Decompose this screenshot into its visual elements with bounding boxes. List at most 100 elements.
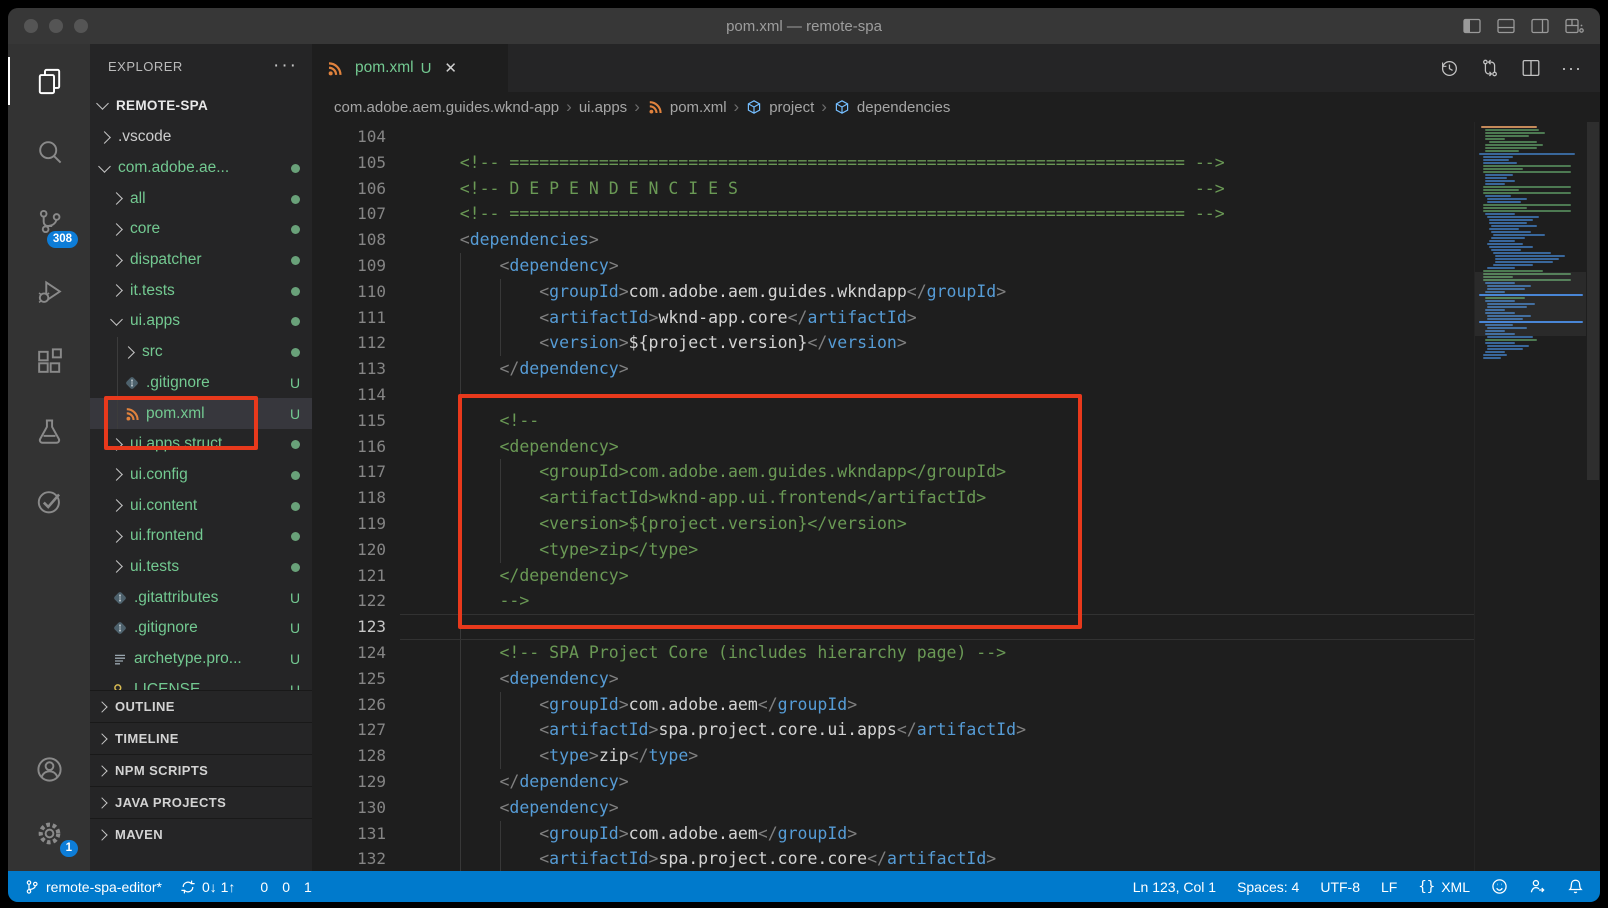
code-line-117[interactable]: 117 <groupId>com.adobe.aem.guides.wkndap… xyxy=(312,459,1474,485)
activity-explorer[interactable] xyxy=(8,46,90,116)
editor-area[interactable]: 104105 <!-- ============================… xyxy=(312,122,1600,871)
code-line-119[interactable]: 119 <version>${project.version}</version… xyxy=(312,511,1474,537)
activity-source-control[interactable]: 308 xyxy=(8,186,90,256)
tree-item-ui.apps.struct...[interactable]: ui.apps.struct... xyxy=(90,429,312,460)
activity-extensions[interactable] xyxy=(8,326,90,396)
tree-item-ui.content[interactable]: ui.content xyxy=(90,490,312,521)
notifications-bell-icon[interactable] xyxy=(1567,878,1584,895)
activity-run-debug[interactable] xyxy=(8,256,90,326)
activity-testing[interactable] xyxy=(8,396,90,466)
tree-item-pom.xml[interactable]: pom.xmlU xyxy=(90,398,312,429)
customize-layout-icon[interactable] xyxy=(1565,18,1584,34)
section-npm-scripts[interactable]: NPM SCRIPTS xyxy=(90,754,312,786)
timeline-history-icon[interactable] xyxy=(1438,57,1460,79)
code-line-128[interactable]: 128 <type>zip</type> xyxy=(312,743,1474,769)
code-line-115[interactable]: 115 <!-- xyxy=(312,408,1474,434)
code-editor[interactable]: 104105 <!-- ============================… xyxy=(312,122,1474,871)
tree-item-ui.apps[interactable]: ui.apps xyxy=(90,306,312,337)
tree-item-.gitattributes[interactable]: .gitattributesU xyxy=(90,582,312,613)
toggle-sidebar-icon[interactable] xyxy=(1463,18,1482,34)
code-line-121[interactable]: 121 </dependency> xyxy=(312,563,1474,589)
breadcrumb-item-ui.apps[interactable]: ui.apps xyxy=(579,99,627,116)
more-actions-icon[interactable]: ··· xyxy=(1561,64,1582,72)
section-maven[interactable]: MAVEN xyxy=(90,818,312,850)
tree-item-.vscode[interactable]: .vscode xyxy=(90,122,312,153)
tree-item-LICENSE[interactable]: LICENSEU xyxy=(90,674,312,690)
code-line-109[interactable]: 109 <dependency> xyxy=(312,253,1474,279)
traffic-lights[interactable] xyxy=(8,19,88,33)
close-tab-icon[interactable]: ✕ xyxy=(444,59,457,77)
close-window-icon[interactable] xyxy=(24,19,38,33)
code-line-108[interactable]: 108 <dependencies> xyxy=(312,227,1474,253)
sync-status[interactable]: 0↓ 1↑ xyxy=(180,879,235,895)
activity-account[interactable] xyxy=(8,737,90,801)
code-line-118[interactable]: 118 <artifactId>wknd-app.ui.frontend</ar… xyxy=(312,485,1474,511)
section-outline[interactable]: OUTLINE xyxy=(90,690,312,722)
indentation-status[interactable]: Spaces: 4 xyxy=(1237,879,1299,895)
minimap[interactable] xyxy=(1474,122,1586,871)
breadcrumb-item-project[interactable]: project xyxy=(746,99,814,116)
code-line-122[interactable]: 122 --> xyxy=(312,588,1474,614)
code-line-111[interactable]: 111 <artifactId>wknd-app.core</artifactI… xyxy=(312,305,1474,331)
feedback-smiley-icon[interactable] xyxy=(1491,878,1508,895)
code-line-124[interactable]: 124 <!-- SPA Project Core (includes hier… xyxy=(312,640,1474,666)
activity-search[interactable] xyxy=(8,116,90,186)
split-editor-icon[interactable] xyxy=(1520,57,1542,79)
minimize-window-icon[interactable] xyxy=(49,19,63,33)
code-line-104[interactable]: 104 xyxy=(312,124,1474,150)
scrollbar-slider[interactable] xyxy=(1587,122,1599,480)
code-line-129[interactable]: 129 </dependency> xyxy=(312,769,1474,795)
code-line-125[interactable]: 125 <dependency> xyxy=(312,666,1474,692)
eol-status[interactable]: LF xyxy=(1381,879,1397,895)
tree-item-dispatcher[interactable]: dispatcher xyxy=(90,245,312,276)
code-line-110[interactable]: 110 <groupId>com.adobe.aem.guides.wkndap… xyxy=(312,279,1474,305)
breadcrumb-item-pom.xml[interactable]: pom.xml xyxy=(647,99,727,116)
code-line-123[interactable]: 123 xyxy=(312,614,1474,640)
code-line-116[interactable]: 116 <dependency> xyxy=(312,434,1474,460)
code-line-120[interactable]: 120 <type>zip</type> xyxy=(312,537,1474,563)
code-line-130[interactable]: 130 <dependency> xyxy=(312,795,1474,821)
tree-item-com.adobe.ae...[interactable]: com.adobe.ae... xyxy=(90,153,312,184)
encoding-status[interactable]: UTF-8 xyxy=(1320,879,1360,895)
maximize-window-icon[interactable] xyxy=(74,19,88,33)
sidebar-more-actions[interactable]: ··· xyxy=(273,61,298,71)
tree-item-ui.tests[interactable]: ui.tests xyxy=(90,552,312,583)
project-root-row[interactable]: REMOTE-SPA xyxy=(90,88,312,122)
remote-user-icon[interactable] xyxy=(1529,878,1546,895)
tree-item-ui.frontend[interactable]: ui.frontend xyxy=(90,521,312,552)
breadcrumb-item-com.adobe.aem.guides.wknd-app[interactable]: com.adobe.aem.guides.wknd-app xyxy=(334,99,559,116)
toggle-panel-icon[interactable] xyxy=(1497,18,1516,34)
tree-item-all[interactable]: all xyxy=(90,183,312,214)
vertical-scrollbar[interactable] xyxy=(1586,122,1600,871)
tree-item-core[interactable]: core xyxy=(90,214,312,245)
problems-status[interactable]: 0 0 1 xyxy=(253,879,311,895)
code-line-131[interactable]: 131 <groupId>com.adobe.aem</groupId> xyxy=(312,821,1474,847)
code-line-127[interactable]: 127 <artifactId>spa.project.core.ui.apps… xyxy=(312,717,1474,743)
breadcrumb-item-dependencies[interactable]: dependencies xyxy=(834,99,950,116)
tree-item-it.tests[interactable]: it.tests xyxy=(90,275,312,306)
tree-item-archetype.pro...[interactable]: archetype.pro...U xyxy=(90,644,312,675)
tree-item-src[interactable]: src xyxy=(90,337,312,368)
cursor-position[interactable]: Ln 123, Col 1 xyxy=(1133,879,1216,895)
code-line-106[interactable]: 106 <!-- D E P E N D E N C I E S --> xyxy=(312,176,1474,202)
code-line-105[interactable]: 105 <!-- ===============================… xyxy=(312,150,1474,176)
section-java-projects[interactable]: JAVA PROJECTS xyxy=(90,786,312,818)
toggle-secondary-sidebar-icon[interactable] xyxy=(1531,18,1550,34)
section-timeline[interactable]: TIMELINE xyxy=(90,722,312,754)
tab-pom-xml[interactable]: pom.xml U ✕ xyxy=(312,44,508,92)
code-line-107[interactable]: 107 <!-- ===============================… xyxy=(312,201,1474,227)
minimap-slider[interactable] xyxy=(1475,272,1586,336)
code-line-112[interactable]: 112 <version>${project.version}</version… xyxy=(312,330,1474,356)
activity-checks[interactable] xyxy=(8,466,90,536)
activity-settings[interactable]: 1 xyxy=(8,801,90,865)
code-line-126[interactable]: 126 <groupId>com.adobe.aem</groupId> xyxy=(312,692,1474,718)
code-line-113[interactable]: 113 </dependency> xyxy=(312,356,1474,382)
tree-item-ui.config[interactable]: ui.config xyxy=(90,460,312,491)
open-changes-icon[interactable] xyxy=(1479,57,1501,79)
tree-item-.gitignore[interactable]: .gitignoreU xyxy=(90,368,312,399)
code-line-114[interactable]: 114 xyxy=(312,382,1474,408)
git-branch-status[interactable]: remote-spa-editor* xyxy=(24,879,162,895)
tree-item-.gitignore[interactable]: .gitignoreU xyxy=(90,613,312,644)
code-line-132[interactable]: 132 <artifactId>spa.project.core.core</a… xyxy=(312,846,1474,871)
language-mode[interactable]: {} XML xyxy=(1418,879,1470,895)
